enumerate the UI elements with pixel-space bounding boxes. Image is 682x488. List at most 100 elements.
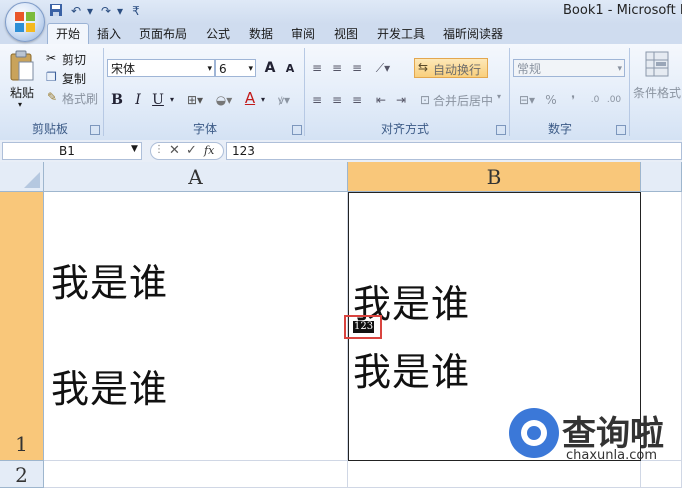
tab-formulas[interactable]: 公式 xyxy=(206,24,230,44)
align-center-icon[interactable]: ≡ xyxy=(328,91,346,109)
row-header-2[interactable]: 2 xyxy=(0,461,44,488)
watermark-url: chaxunla.com xyxy=(566,448,657,463)
tab-home[interactable]: 开始 xyxy=(47,23,89,45)
watermark-logo-dot xyxy=(527,426,541,440)
cell-a2[interactable] xyxy=(44,461,348,488)
cut-button[interactable]: 剪切 xyxy=(62,51,86,68)
group-separator xyxy=(629,48,630,136)
phonetic-icon[interactable]: ꝟ▾ xyxy=(271,91,297,109)
enter-icon[interactable]: ✓ xyxy=(186,143,197,158)
cell-b1-line2: 我是谁 xyxy=(353,350,471,394)
grow-font-button[interactable]: A xyxy=(260,59,280,77)
chevron-down-icon: ▾ xyxy=(248,64,253,74)
save-icon[interactable] xyxy=(48,3,64,19)
grip-icon: ⋮ xyxy=(154,144,164,155)
select-all-triangle-icon xyxy=(24,172,40,188)
chevron-down-icon[interactable]: ▼ xyxy=(131,144,138,154)
font-color-button[interactable]: A xyxy=(242,89,258,107)
row-header-1[interactable]: 1 xyxy=(0,192,44,461)
conditional-format-button[interactable]: 条件格式 xyxy=(633,84,681,101)
cell-c2[interactable] xyxy=(641,461,682,488)
clipboard-group-label: 剪贴板 xyxy=(31,122,68,136)
merge-dropdown-icon[interactable]: ▾ xyxy=(497,92,501,101)
align-left-icon[interactable]: ≡ xyxy=(308,91,326,109)
increase-decimal-icon[interactable]: .0 xyxy=(586,91,604,109)
paste-dropdown-icon[interactable]: ▾ xyxy=(18,100,22,109)
bold-button[interactable]: B xyxy=(108,91,126,109)
underline-dropdown-icon[interactable]: ▾ xyxy=(167,91,177,109)
formula-value: 123 xyxy=(232,144,255,158)
font-color-dropdown-icon[interactable]: ▾ xyxy=(258,91,268,109)
cancel-icon[interactable]: ✕ xyxy=(169,143,180,158)
group-separator xyxy=(103,48,104,136)
shrink-font-button[interactable]: A xyxy=(281,60,299,78)
formula-buttons: ⋮ ✕ ✓ fx xyxy=(150,142,224,160)
comma-style-icon[interactable]: ❜ xyxy=(566,91,580,109)
cell-b2[interactable] xyxy=(348,461,641,488)
formula-input[interactable]: 123 xyxy=(226,142,682,160)
wrap-text-button[interactable]: ⇆ 自动换行 xyxy=(414,58,488,78)
font-name-select[interactable]: 宋体 ▾ xyxy=(107,59,215,77)
decrease-indent-icon[interactable]: ⇤ xyxy=(372,91,390,109)
italic-button[interactable]: I xyxy=(130,91,146,109)
wrap-text-label: 自动换行 xyxy=(433,63,482,77)
cell-a1[interactable]: 我是谁 我是谁 xyxy=(44,192,348,461)
copy-icon[interactable]: ❐ xyxy=(46,70,57,84)
cell-a1-line1: 我是谁 xyxy=(51,261,169,305)
insert-function-button[interactable]: fx xyxy=(204,144,214,157)
fill-color-icon[interactable]: ◒▾ xyxy=(212,91,236,109)
number-format-value: 常规 xyxy=(517,62,542,76)
tab-data[interactable]: 数据 xyxy=(249,24,273,44)
merge-center-button[interactable]: 合并后居中 xyxy=(433,92,493,109)
paste-button[interactable]: 粘贴 xyxy=(10,84,34,101)
merge-center-icon[interactable]: ⊡ xyxy=(418,91,432,109)
align-right-icon[interactable]: ≡ xyxy=(348,91,366,109)
name-box[interactable]: B1 ▼ xyxy=(2,142,142,160)
decrease-decimal-icon[interactable]: .00 xyxy=(605,91,623,109)
number-format-select[interactable]: 常规 ▾ xyxy=(513,59,625,77)
alignment-group-label: 对齐方式 xyxy=(380,122,429,136)
increase-indent-icon[interactable]: ⇥ xyxy=(392,91,410,109)
number-launcher-icon[interactable] xyxy=(616,125,626,135)
align-bottom-icon[interactable]: ≡ xyxy=(348,59,366,77)
align-middle-icon[interactable]: ≡ xyxy=(328,59,346,77)
clipboard-launcher-icon[interactable] xyxy=(90,125,100,135)
borders-icon[interactable]: ⊞▾ xyxy=(184,91,206,109)
chevron-down-icon: ▾ xyxy=(617,64,622,74)
tab-insert[interactable]: 插入 xyxy=(97,24,121,44)
percent-button[interactable]: % xyxy=(544,91,558,109)
font-group-label: 字体 xyxy=(192,122,217,136)
font-size-select[interactable]: 6 ▾ xyxy=(215,59,256,77)
column-header-c[interactable] xyxy=(641,162,682,192)
row-header-1-label: 1 xyxy=(15,432,28,456)
undo-dropdown-icon[interactable]: ▾ xyxy=(82,3,98,19)
tab-page-layout[interactable]: 页面布局 xyxy=(139,24,187,44)
cut-icon[interactable]: ✂ xyxy=(46,51,56,65)
font-launcher-icon[interactable] xyxy=(292,125,302,135)
chevron-down-icon: ▾ xyxy=(207,64,212,74)
format-painter-button[interactable]: 格式刷 xyxy=(62,90,98,107)
accounting-format-icon[interactable]: ⊟▾ xyxy=(514,91,540,109)
office-logo-icon xyxy=(15,12,35,32)
paste-icon[interactable] xyxy=(9,50,35,82)
wrap-text-icon: ⇆ xyxy=(418,60,429,74)
window-title: Book1 - Microsoft Ex xyxy=(563,3,682,18)
column-header-a[interactable]: A xyxy=(44,162,348,192)
redo-dropdown-icon[interactable]: ▾ xyxy=(112,3,128,19)
column-header-b[interactable]: B xyxy=(348,162,641,192)
tab-foxit-reader[interactable]: 福昕阅读器 xyxy=(443,24,503,44)
tab-review[interactable]: 审阅 xyxy=(291,24,315,44)
number-group-label: 数字 xyxy=(547,122,572,136)
tab-view[interactable]: 视图 xyxy=(334,24,358,44)
tab-developer[interactable]: 开发工具 xyxy=(377,24,425,44)
alignment-launcher-icon[interactable] xyxy=(496,125,506,135)
row-header-2-label: 2 xyxy=(15,463,28,487)
orientation-icon[interactable]: ⟋▾ xyxy=(370,59,396,77)
align-top-icon[interactable]: ≡ xyxy=(308,59,326,77)
office-button[interactable] xyxy=(5,2,45,42)
customize-toolbar-icon[interactable]: ₹ xyxy=(128,3,144,19)
copy-button[interactable]: 复制 xyxy=(62,70,86,87)
underline-button[interactable]: U xyxy=(150,91,166,109)
conditional-format-icon[interactable] xyxy=(644,50,670,80)
format-painter-icon[interactable]: ✎ xyxy=(47,90,57,104)
